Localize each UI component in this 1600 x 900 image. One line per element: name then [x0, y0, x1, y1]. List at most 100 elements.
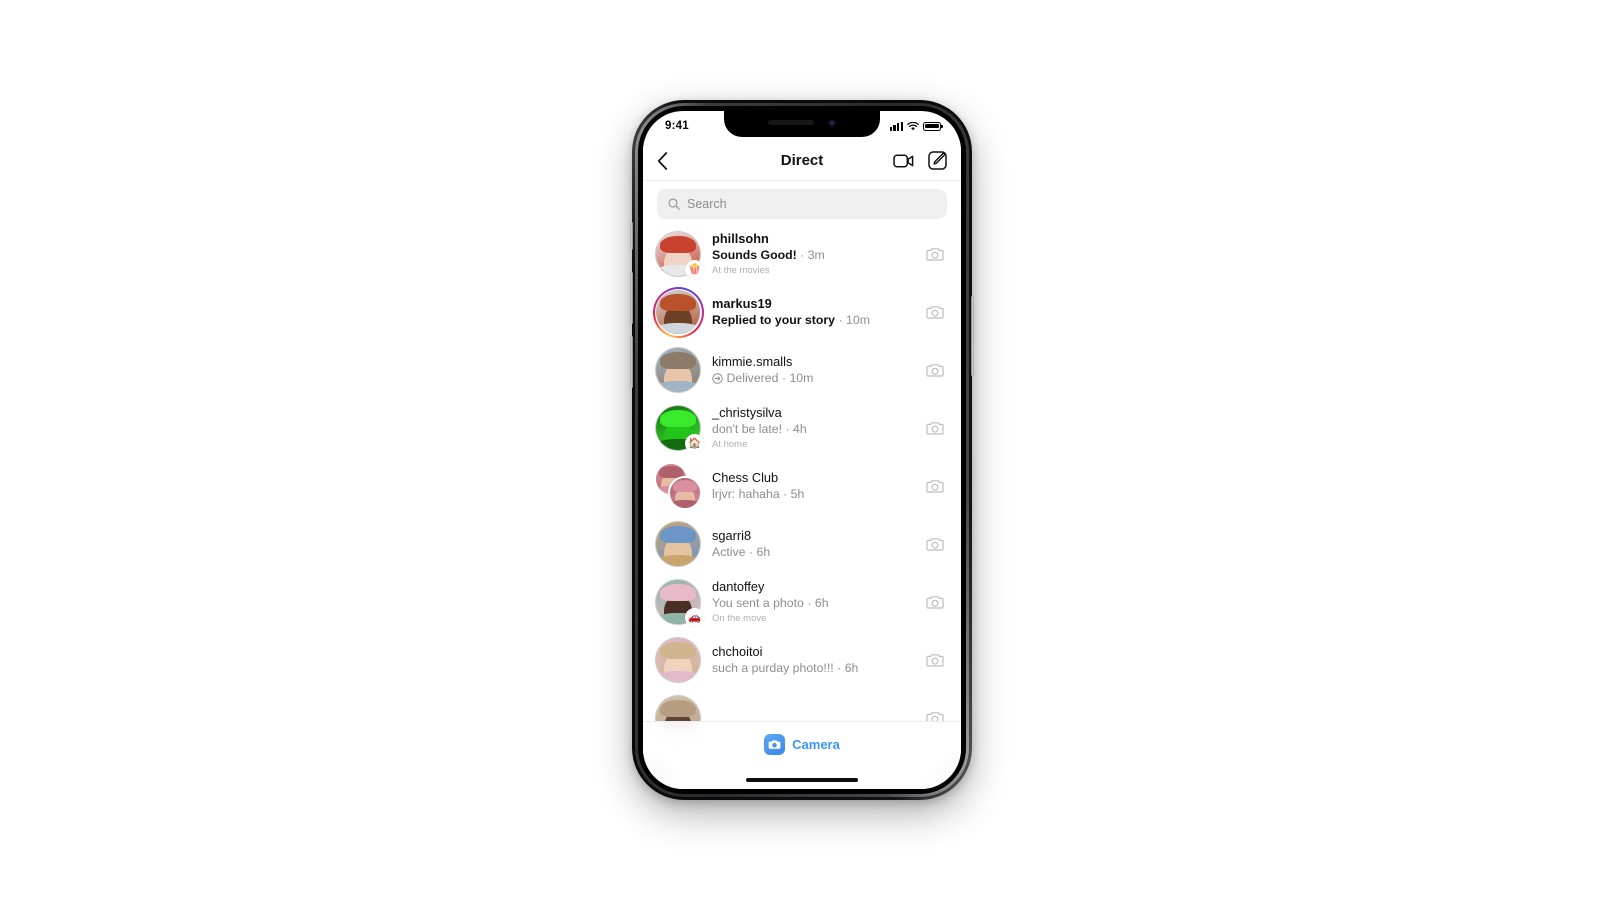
conversation-text: Chess Club lrjvr: hahaha · 5h	[712, 470, 912, 501]
story-ring	[652, 286, 704, 338]
status-bar-time: 9:41	[665, 120, 689, 132]
status-badge: 🏠	[685, 434, 704, 453]
camera-icon	[926, 537, 944, 551]
home-indicator[interactable]	[746, 778, 858, 782]
wifi-icon	[907, 121, 919, 131]
back-button[interactable]	[657, 151, 685, 170]
camera-icon	[926, 595, 944, 609]
avatar	[668, 476, 702, 510]
power-button[interactable]	[971, 296, 974, 376]
chevron-left-icon	[657, 151, 668, 170]
search-input[interactable]: Search	[657, 189, 947, 219]
row-camera-button[interactable]	[923, 537, 947, 552]
conversation-text: markus19 Replied to your story · 10m	[712, 296, 912, 327]
conversation-name: kimmie.smalls	[712, 354, 793, 370]
search-placeholder: Search	[687, 197, 727, 211]
row-camera-button[interactable]	[923, 653, 947, 668]
conversation-name: chchoitoi	[712, 644, 763, 660]
conversation-subtitle: Sounds Good! · 3m	[712, 248, 912, 263]
search-icon	[668, 198, 680, 210]
conversation-subtitle: don't be late! · 4h	[712, 422, 912, 437]
volume-up-button[interactable]	[630, 272, 633, 324]
row-camera-button[interactable]	[923, 595, 947, 610]
conversation-timestamp: · 10m	[838, 312, 870, 327]
conversation-text: sgarri8 Active · 6h	[712, 528, 912, 559]
navigation-actions	[893, 151, 947, 170]
conversation-list[interactable]: 🍿 phillsohn Sounds Good! · 3m At the movi…	[643, 225, 961, 729]
camera-icon	[926, 305, 944, 319]
group-avatar	[655, 463, 702, 510]
row-camera-button[interactable]	[923, 479, 947, 494]
conversation-text: phillsohn Sounds Good! · 3m At the movies	[712, 231, 912, 276]
conversation-timestamp: · 4h	[785, 421, 807, 436]
conversation-timestamp: · 6h	[749, 544, 771, 559]
conversation-name: _christysilva	[712, 405, 782, 421]
avatar-container[interactable]: 🍿	[655, 231, 704, 279]
conversation-subtitle: Replied to your story · 10m	[712, 313, 912, 328]
avatar	[656, 290, 700, 334]
camera-icon	[926, 479, 944, 493]
conversation-name: markus19	[712, 296, 772, 312]
screenshot-stage: 9:41 Direct Search 🍿 phillsohn Sounds Go…	[0, 0, 1600, 900]
camera-icon	[926, 247, 944, 261]
row-camera-button[interactable]	[923, 421, 947, 436]
conversation-subtitle: lrjvr: hahaha · 5h	[712, 487, 912, 502]
conversation-note: At home	[712, 439, 748, 451]
camera-button[interactable]: Camera	[764, 734, 840, 755]
conversation-preview: such a purday photo!!!	[712, 660, 834, 675]
row-camera-button[interactable]	[923, 305, 947, 320]
conversation-row[interactable]: sgarri8 Active · 6h	[643, 515, 961, 573]
conversation-subtitle: You sent a photo · 6h	[712, 596, 912, 611]
camera-icon	[764, 734, 786, 755]
conversation-text: dantoffey You sent a photo · 6h On the mo…	[712, 579, 912, 624]
conversation-name: dantoffey	[712, 579, 765, 595]
conversation-row[interactable]: kimmie.smalls Delivered · 10m	[643, 341, 961, 399]
avatar	[655, 347, 701, 393]
row-camera-button[interactable]	[923, 363, 947, 378]
conversation-name: Chess Club	[712, 470, 779, 486]
volume-down-button[interactable]	[630, 336, 633, 388]
avatar-container[interactable]: 🚗	[655, 579, 704, 627]
avatar-container[interactable]	[655, 347, 701, 393]
conversation-row[interactable]: 🍿 phillsohn Sounds Good! · 3m At the movi…	[643, 225, 961, 283]
camera-icon	[926, 653, 944, 667]
conversation-preview: don't be late!	[712, 421, 783, 436]
conversation-row[interactable]: 🚗 dantoffey You sent a photo · 6h On the …	[643, 573, 961, 631]
battery-icon	[923, 121, 943, 131]
conversation-preview: Sounds Good!	[712, 247, 797, 262]
compose-message-button[interactable]	[928, 151, 947, 170]
avatar-container[interactable]: 🏠	[655, 405, 704, 453]
conversation-preview: Active	[712, 544, 746, 559]
conversation-row[interactable]: Chess Club lrjvr: hahaha · 5h	[643, 457, 961, 515]
phone-screen: 9:41 Direct Search 🍿 phillsohn Sounds Go…	[643, 111, 961, 789]
avatar-container[interactable]	[655, 637, 701, 683]
conversation-row[interactable]: chchoitoi such a purday photo!!! · 6h	[643, 631, 961, 689]
avatar-container[interactable]	[655, 521, 701, 567]
conversation-preview: Delivered	[726, 370, 779, 385]
camera-icon	[926, 421, 944, 435]
video-camera-icon	[893, 153, 914, 168]
conversation-timestamp: · 3m	[800, 247, 825, 262]
status-bar-indicators	[889, 121, 943, 131]
avatar	[655, 637, 701, 683]
row-camera-button[interactable]	[923, 247, 947, 262]
iphone-device-frame: 9:41 Direct Search 🍿 phillsohn Sounds Go…	[630, 100, 974, 800]
conversation-note: On the move	[712, 613, 767, 625]
conversation-timestamp: · 6h	[807, 595, 829, 610]
conversation-row[interactable]: 🏠 _christysilva don't be late! · 4h At ho…	[643, 399, 961, 457]
conversation-text: kimmie.smalls Delivered · 10m	[712, 354, 912, 385]
conversation-text: chchoitoi such a purday photo!!! · 6h	[712, 644, 912, 675]
conversation-name: sgarri8	[712, 528, 752, 544]
device-notch	[724, 111, 880, 137]
avatar	[655, 521, 701, 567]
video-call-button[interactable]	[893, 153, 914, 169]
conversation-row[interactable]: markus19 Replied to your story · 10m	[643, 283, 961, 341]
mute-switch-button[interactable]	[630, 222, 633, 250]
conversation-preview: lrjvr: hahaha	[712, 486, 780, 501]
conversation-timestamp: · 10m	[781, 370, 814, 385]
delivered-icon	[712, 373, 723, 384]
avatar-with-story-ring[interactable]	[652, 286, 704, 338]
conversation-text: _christysilva don't be late! · 4h At home	[712, 405, 912, 450]
compose-pencil-icon	[928, 151, 947, 170]
front-camera-icon	[828, 118, 836, 127]
